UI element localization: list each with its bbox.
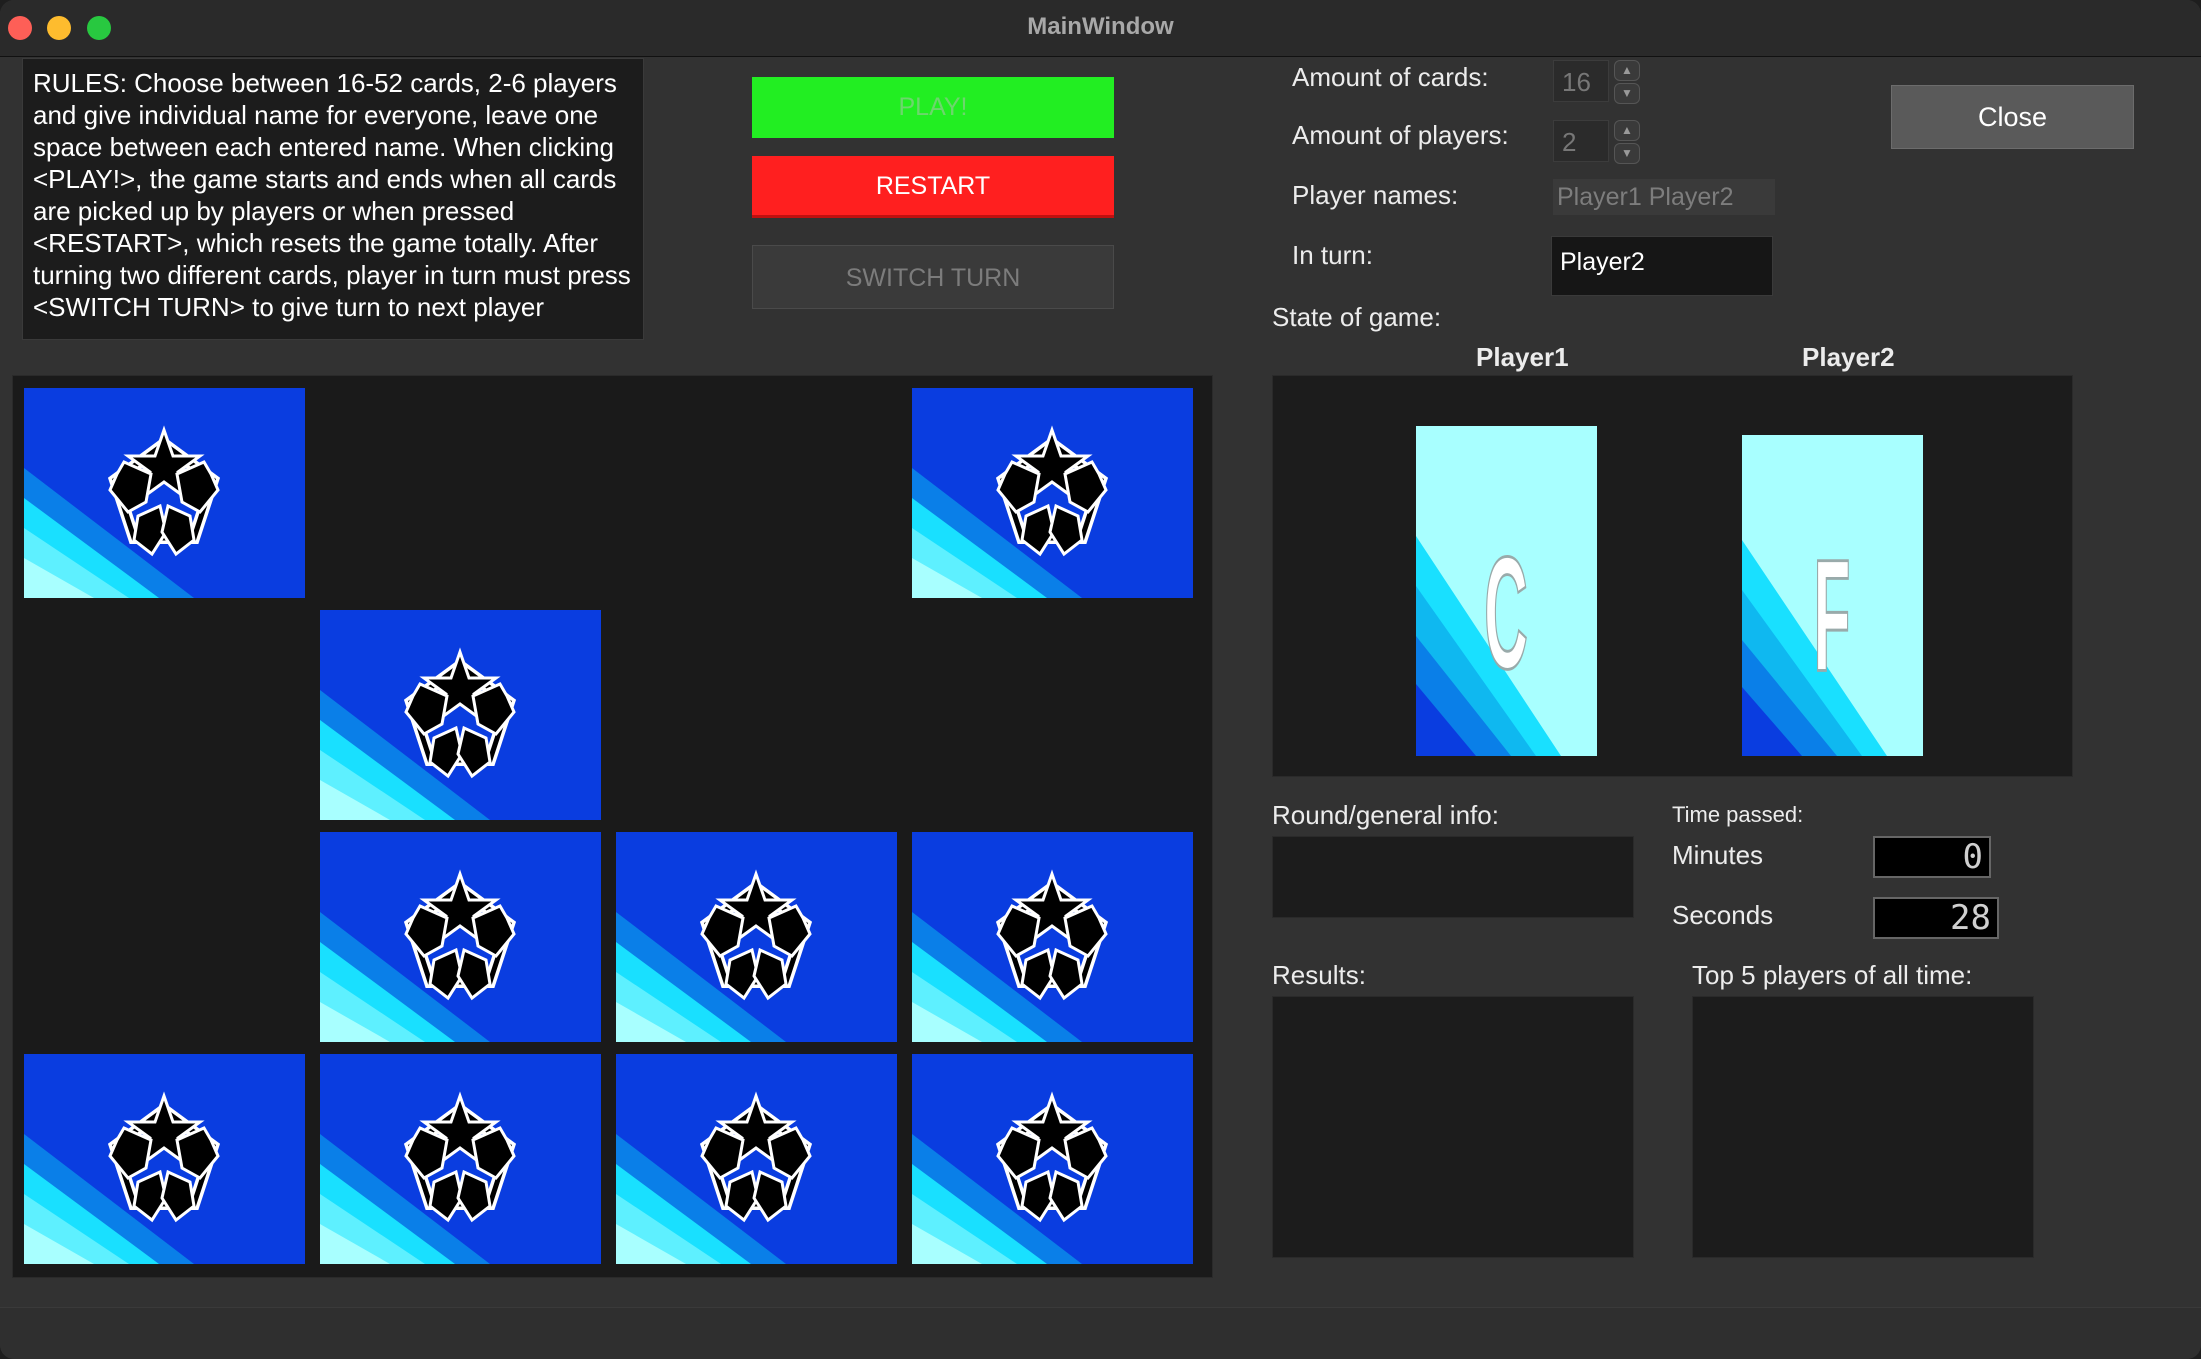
player2-card-letter: F xyxy=(1814,526,1851,705)
card-back-r3-c2[interactable] xyxy=(320,832,601,1042)
player-names-label: Player names: xyxy=(1292,180,1459,210)
chevron-down-icon[interactable]: ▼ xyxy=(1614,143,1640,164)
card-back-r2-c2[interactable] xyxy=(320,610,601,820)
players-amount-stepper[interactable]: ▲ ▼ xyxy=(1614,120,1640,164)
card-back-r3-c4[interactable] xyxy=(912,832,1193,1042)
player1-card-letter: C xyxy=(1484,524,1528,703)
window-title: MainWindow xyxy=(1027,13,1174,40)
results-label: Results: xyxy=(1272,960,1366,990)
card-back-r4-c1[interactable] xyxy=(24,1054,305,1264)
title-bar: MainWindow xyxy=(0,0,2201,57)
seconds-lcd: 28 xyxy=(1873,897,1999,939)
main-window: MainWindow RULES: Choose between 16-52 c… xyxy=(0,0,2201,1359)
chevron-up-icon[interactable]: ▲ xyxy=(1614,60,1640,81)
chevron-up-icon[interactable]: ▲ xyxy=(1614,120,1640,141)
seconds-label: Seconds xyxy=(1672,900,1774,930)
card-back-r4-c4[interactable] xyxy=(912,1054,1193,1264)
top5-box xyxy=(1692,996,2034,1258)
player2-card: F xyxy=(1742,435,1923,756)
status-bar xyxy=(0,1307,2201,1359)
cards-amount-label: Amount of cards: xyxy=(1292,62,1489,92)
time-passed-label: Time passed: xyxy=(1672,802,1804,827)
player1-card: C xyxy=(1416,426,1597,756)
play-button[interactable]: PLAY! xyxy=(752,77,1114,138)
card-back-r1-c1[interactable] xyxy=(24,388,305,598)
in-turn-label: In turn: xyxy=(1292,240,1373,270)
players-amount-label: Amount of players: xyxy=(1292,120,1509,150)
minutes-label: Minutes xyxy=(1672,840,1764,870)
card-back-r4-c2[interactable] xyxy=(320,1054,601,1264)
players-amount-spinbox[interactable]: 2 xyxy=(1553,120,1609,162)
card-back-r4-c3[interactable] xyxy=(616,1054,897,1264)
cards-amount-stepper[interactable]: ▲ ▼ xyxy=(1614,60,1640,104)
card-back-r3-c3[interactable] xyxy=(616,832,897,1042)
player1-header: Player1 xyxy=(1476,342,1569,372)
card-board xyxy=(12,375,1213,1278)
minutes-lcd: 0 xyxy=(1873,836,1991,878)
state-of-game-label: State of game: xyxy=(1272,302,1442,332)
restart-button[interactable]: RESTART xyxy=(752,156,1114,218)
card-back-r1-c4[interactable] xyxy=(912,388,1193,598)
player2-header: Player2 xyxy=(1802,342,1895,372)
state-of-game-view: C F xyxy=(1272,375,2073,777)
chevron-down-icon[interactable]: ▼ xyxy=(1614,83,1640,104)
round-info-label: Round/general info: xyxy=(1272,800,1499,830)
rules-text: RULES: Choose between 16-52 cards, 2-6 p… xyxy=(33,68,631,322)
cards-amount-spinbox[interactable]: 16 xyxy=(1553,60,1609,102)
results-box xyxy=(1272,996,1634,1258)
top5-label: Top 5 players of all time: xyxy=(1692,960,1973,990)
switch-turn-button[interactable]: SWITCH TURN xyxy=(752,245,1114,309)
close-button[interactable]: Close xyxy=(1891,85,2134,149)
rules-text-box[interactable]: RULES: Choose between 16-52 cards, 2-6 p… xyxy=(22,58,644,340)
player-names-field[interactable]: Player1 Player2 xyxy=(1553,179,1775,215)
round-info-box xyxy=(1272,836,1634,918)
in-turn-field: Player2 xyxy=(1551,236,1773,296)
